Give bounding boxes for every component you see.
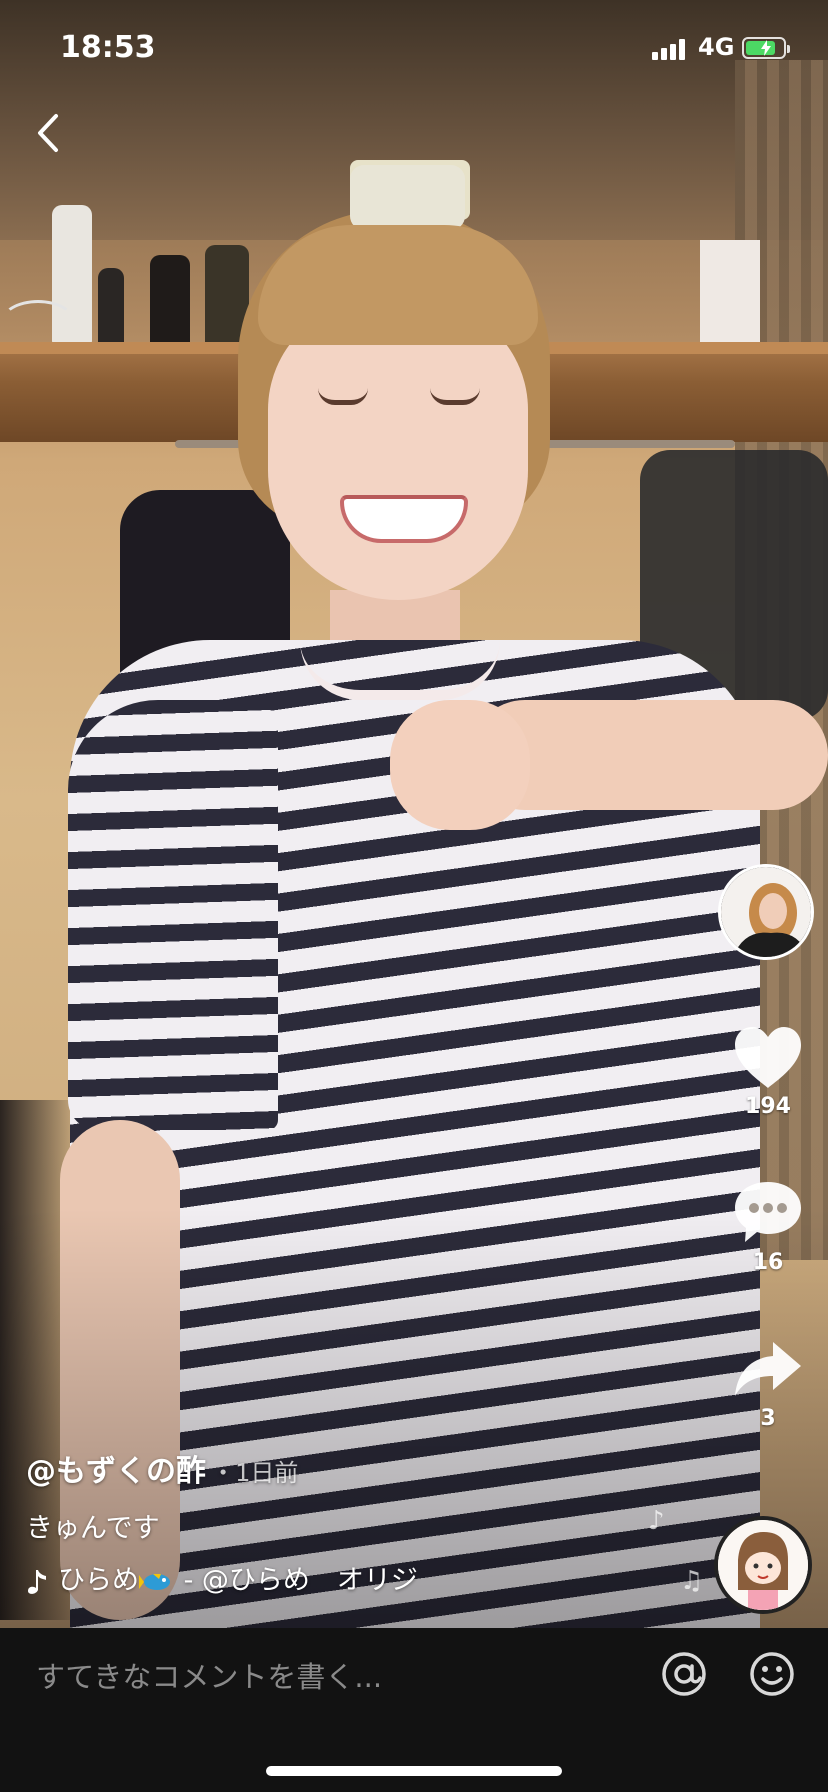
- at-icon: [662, 1652, 706, 1696]
- like-count: 194: [745, 1094, 791, 1119]
- creator-avatar[interactable]: [718, 864, 814, 960]
- back-button[interactable]: [28, 108, 72, 158]
- mention-button[interactable]: [660, 1650, 708, 1698]
- emoji-icon: [750, 1652, 794, 1696]
- emoji-button[interactable]: [748, 1650, 796, 1698]
- comment-input[interactable]: すてきなコメントを書く...: [36, 1654, 382, 1696]
- like-button[interactable]: 194: [724, 1024, 812, 1119]
- comment-bar: すてきなコメントを書く...: [0, 1628, 828, 1792]
- share-count: 3: [760, 1406, 776, 1431]
- creator-line[interactable]: @もずくの酢 ・1日前: [26, 1446, 298, 1490]
- sound-cover-image: [718, 1520, 808, 1610]
- music-artist: - @ひらめ オリジ: [183, 1565, 418, 1596]
- home-indicator[interactable]: [266, 1766, 562, 1776]
- fish-icon: [139, 1573, 170, 1590]
- floating-note-icon: ♪: [648, 1506, 665, 1536]
- status-time: 18:53: [60, 30, 156, 65]
- sound-disc[interactable]: [714, 1516, 812, 1614]
- music-marquee[interactable]: ひらめ - @ひらめ オリジ: [26, 1558, 436, 1598]
- floating-note-icon: ♫: [680, 1566, 704, 1596]
- signal-icon: [652, 38, 692, 60]
- comment-icon: [735, 1182, 801, 1242]
- video-player[interactable]: [0, 0, 828, 1628]
- screen: 18:53 4G 194 16 3 @もずくの酢 ・1日前 きゅんです ひらめ …: [0, 0, 828, 1792]
- creator-handle[interactable]: @もずくの酢: [26, 1454, 206, 1489]
- music-note-icon: [28, 1569, 46, 1594]
- heart-icon: [735, 1027, 801, 1088]
- video-description: きゅんです: [26, 1513, 160, 1544]
- share-icon: [735, 1342, 801, 1396]
- share-button[interactable]: 3: [724, 1336, 812, 1431]
- battery-icon: [742, 37, 790, 59]
- post-time: ・1日前: [211, 1459, 299, 1487]
- back-icon: [38, 114, 58, 152]
- comment-button[interactable]: 16: [724, 1180, 812, 1275]
- music-song: ひらめ: [58, 1565, 139, 1596]
- network-type: 4G: [698, 33, 735, 61]
- comment-count: 16: [752, 1250, 784, 1275]
